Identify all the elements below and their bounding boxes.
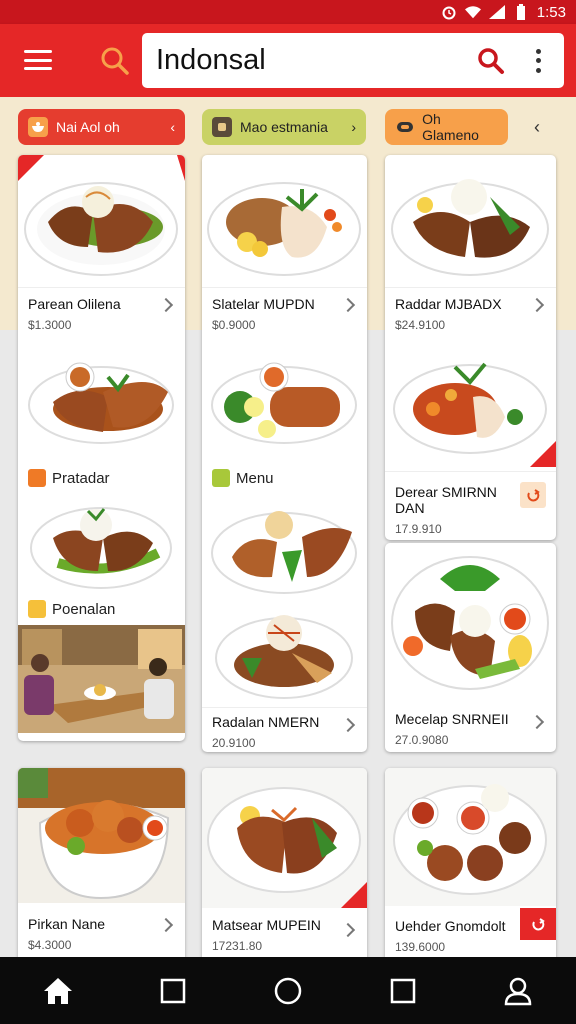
chip-category-1[interactable]: Nai Aol oh ‹ [18, 109, 185, 145]
chip-label: Nai Aol oh [56, 119, 120, 135]
square-icon[interactable] [379, 967, 427, 1015]
search-icon[interactable] [98, 44, 132, 78]
dish-price: $24.9100 [395, 318, 446, 332]
signal-icon [488, 5, 505, 19]
share-icon[interactable] [520, 482, 546, 508]
dish-price: 17231.80 [212, 939, 263, 953]
bowl-icon [28, 117, 48, 137]
menu-category-icon [212, 469, 230, 487]
food-card[interactable]: Slatelar MUPDN $0.9000 Menu Radalan NMER… [202, 155, 367, 752]
dish-price: 20.9100 [212, 736, 256, 750]
chevron-left-icon: ‹ [170, 119, 175, 135]
food-card[interactable]: Pirkan Nane $4.3000 [18, 768, 185, 968]
dish-image [30, 507, 172, 589]
card-info: Mecelap SNRNEII 27.0.9080 [385, 705, 556, 747]
dish-name: Parean Olilena [28, 296, 121, 312]
card-info: Slatelar MUPDN $0.9000 [202, 287, 367, 337]
card-info: Matsear MUPEIN 17231.80 [202, 913, 367, 953]
corner-tag [530, 441, 556, 467]
battery-icon [513, 4, 529, 20]
dish-price: 17.9.910 [395, 522, 442, 536]
food-card[interactable]: Mecelap SNRNEII 27.0.9080 [385, 543, 556, 752]
home-icon[interactable] [34, 967, 82, 1015]
app-bar: Indonsal [0, 24, 576, 97]
dish-icon [395, 117, 414, 137]
dish-price: $1.3000 [28, 318, 72, 332]
dish-price: 139.6000 [395, 940, 446, 954]
section-title: Poenalan [52, 600, 116, 618]
category-icon [28, 469, 46, 487]
status-time: 1:53 [536, 3, 566, 21]
dish-name: Raddar MJBADX [395, 296, 502, 312]
dish-price: $4.3000 [28, 938, 72, 952]
menu-icon[interactable] [24, 48, 52, 72]
category-icon [28, 600, 46, 618]
search-bar[interactable]: Indonsal [142, 33, 564, 88]
dish-name: Slatelar MUPDN [212, 296, 315, 312]
card-info: Parean Olilena $1.3000 [18, 287, 185, 337]
card-info: Raddar MJBADX $24.9100 [385, 287, 556, 337]
card-info: Radalan NMERN 20.9100 [202, 707, 367, 750]
chip-category-2[interactable]: Mao estmania › [202, 109, 366, 145]
dish-image [215, 615, 353, 699]
bottom-nav [0, 957, 576, 1024]
section-label: Poenalan [18, 597, 185, 621]
food-card[interactable]: Matsear MUPEIN 17231.80 [202, 768, 367, 968]
dish-price: $0.9000 [212, 318, 256, 332]
dish-image [18, 768, 185, 903]
food-icon [212, 117, 232, 137]
circle-icon[interactable] [264, 967, 312, 1015]
dish-image [207, 182, 361, 276]
app-title: Indonsal [156, 44, 266, 76]
chevron-icon: › [351, 119, 356, 135]
food-card[interactable]: Uehder Gnomdolt 139.6000 [385, 768, 556, 968]
profile-icon[interactable] [494, 967, 542, 1015]
dish-image [24, 182, 178, 276]
dish-image [391, 179, 549, 276]
share-icon[interactable] [520, 908, 556, 940]
dish-name: Mecelap SNRNEII [395, 711, 509, 727]
food-card[interactable]: Raddar MJBADX $24.9100 Derear SMIRNN DAN… [385, 155, 556, 540]
dish-image [391, 556, 549, 690]
dish-name: Matsear MUPEIN [212, 917, 321, 933]
corner-tag [341, 882, 367, 908]
dish-image [28, 362, 174, 444]
dish-price: 27.0.9080 [395, 733, 449, 747]
wifi-icon [464, 5, 481, 19]
dish-image [385, 768, 556, 906]
search-icon[interactable] [474, 44, 508, 78]
section-title: Pratadar [52, 469, 110, 487]
dish-name: Pirkan Nane [28, 916, 106, 932]
section-label: Menu [202, 465, 367, 491]
chevron-left-icon[interactable]: ‹ [534, 117, 540, 138]
alarm-icon [441, 5, 457, 20]
food-card[interactable]: Parean Olilena $1.3000 Pratadar Poenalan [18, 155, 185, 741]
card-info: Pirkan Nane $4.3000 [18, 908, 185, 952]
card-info: Derear SMIRNN DAN 17.9.910 [385, 471, 556, 536]
dish-image [211, 362, 357, 444]
chip-label: Mao estmania [240, 119, 328, 135]
section-label: Pratadar [18, 465, 185, 491]
square-icon[interactable] [149, 967, 197, 1015]
section-title: Menu [236, 469, 274, 487]
dish-image [211, 511, 357, 594]
status-bar: 1:53 [0, 0, 576, 24]
dish-name: Radalan NMERN [212, 714, 320, 730]
chip-category-3[interactable]: Oh Glameno [385, 109, 508, 145]
more-vert-icon[interactable] [526, 46, 550, 76]
restaurant-photo [18, 625, 185, 733]
category-chips: Nai Aol oh ‹ Mao estmania › Oh Glameno ‹ [0, 109, 576, 147]
chip-label: Oh Glameno [422, 111, 479, 143]
